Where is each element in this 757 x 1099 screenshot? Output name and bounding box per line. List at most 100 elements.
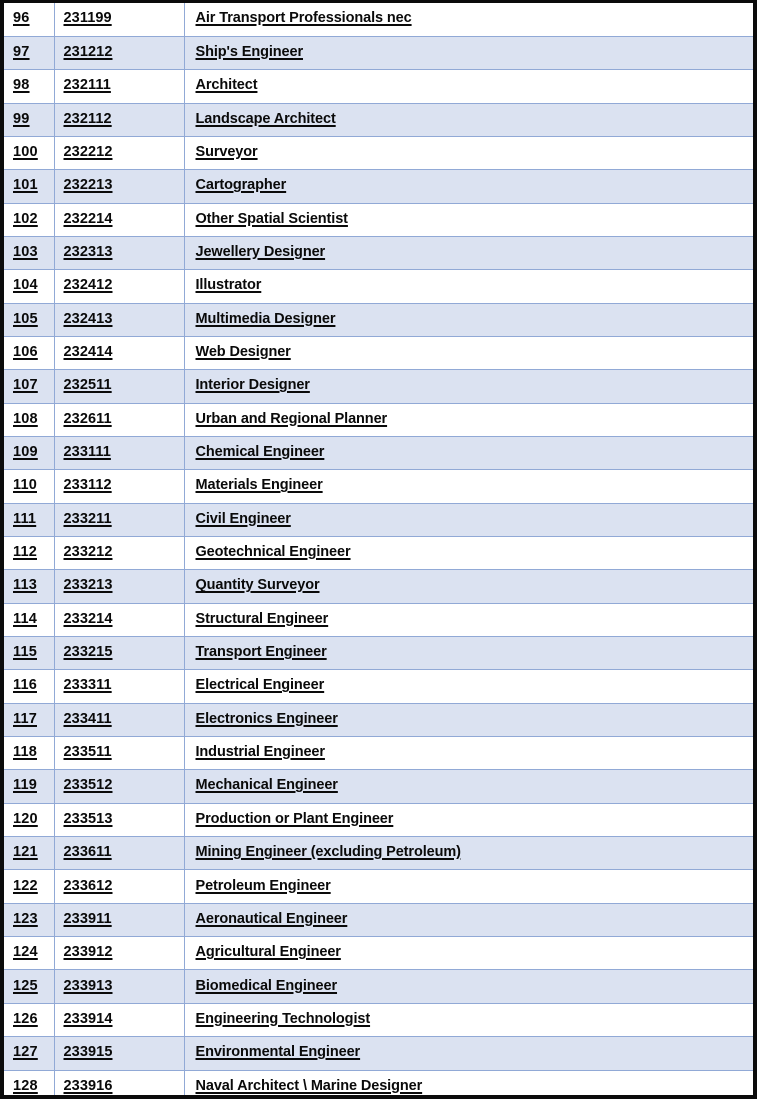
table-row[interactable]: 128 233916 Naval Architect \ Marine Design… — [4, 1070, 753, 1095]
cell-title[interactable]: Transport Engineer — [184, 636, 753, 671]
cell-title[interactable]: Industrial Engineer — [184, 736, 753, 771]
cell-title[interactable]: Civil Engineer — [184, 503, 753, 538]
cell-index[interactable]: 125 — [4, 969, 55, 1004]
cell-title[interactable]: Interior Designer — [184, 369, 753, 404]
cell-code[interactable]: 232112 — [54, 103, 185, 137]
cell-code[interactable]: 232414 — [54, 336, 185, 371]
cell-title[interactable]: Materials Engineer — [184, 469, 753, 504]
cell-title[interactable]: Structural Engineer — [184, 603, 753, 638]
table-row[interactable]: 121 233611 Mining Engineer (excluding Petr… — [4, 836, 753, 871]
cell-index[interactable]: 124 — [4, 936, 55, 971]
cell-index[interactable]: 110 — [4, 469, 55, 504]
cell-title[interactable]: Air Transport Professionals nec — [184, 3, 753, 37]
cell-index[interactable]: 104 — [4, 269, 55, 304]
cell-index[interactable]: 114 — [4, 603, 55, 638]
table-row[interactable]: 119 233512 Mechanical Engineer — [4, 769, 753, 804]
table-row[interactable]: 98 232111 Architect — [4, 69, 753, 104]
cell-title[interactable]: Other Spatial Scientist — [184, 203, 753, 237]
cell-title[interactable]: Electrical Engineer — [184, 669, 753, 704]
table-row[interactable]: 110 233112 Materials Engineer — [4, 469, 753, 504]
table-row[interactable]: 100 232212 Surveyor — [4, 136, 753, 171]
cell-code[interactable]: 232313 — [54, 236, 185, 271]
table-row[interactable]: 112 233212 Geotechnical Engineer — [4, 536, 753, 571]
cell-code[interactable]: 233215 — [54, 636, 185, 671]
cell-title[interactable]: Illustrator — [184, 269, 753, 304]
cell-index[interactable]: 115 — [4, 636, 55, 671]
cell-title[interactable]: Mechanical Engineer — [184, 769, 753, 804]
cell-index[interactable]: 126 — [4, 1003, 55, 1038]
cell-title[interactable]: Architect — [184, 69, 753, 104]
table-row[interactable]: 103 232313 Jewellery Designer — [4, 236, 753, 271]
table-row[interactable]: 102 232214 Other Spatial Scientist — [4, 203, 753, 237]
cell-code[interactable]: 233512 — [54, 769, 185, 804]
cell-title[interactable]: Petroleum Engineer — [184, 869, 753, 904]
cell-code[interactable]: 233611 — [54, 836, 185, 871]
cell-index[interactable]: 108 — [4, 403, 55, 437]
cell-title[interactable]: Jewellery Designer — [184, 236, 753, 271]
cell-index[interactable]: 121 — [4, 836, 55, 871]
cell-code[interactable]: 232611 — [54, 403, 185, 437]
table-row[interactable]: 115 233215 Transport Engineer — [4, 636, 753, 671]
cell-index[interactable]: 102 — [4, 203, 55, 237]
cell-title[interactable]: Production or Plant Engineer — [184, 803, 753, 838]
cell-code[interactable]: 233912 — [54, 936, 185, 971]
table-row[interactable]: 105 232413 Multimedia Designer — [4, 303, 753, 337]
cell-index[interactable]: 96 — [4, 3, 55, 37]
cell-code[interactable]: 233511 — [54, 736, 185, 771]
cell-title[interactable]: Cartographer — [184, 169, 753, 204]
table-row[interactable]: 126 233914 Engineering Technologist — [4, 1003, 753, 1038]
cell-index[interactable]: 128 — [4, 1070, 55, 1095]
cell-title[interactable]: Agricultural Engineer — [184, 936, 753, 971]
cell-title[interactable]: Urban and Regional Planner — [184, 403, 753, 437]
cell-index[interactable]: 116 — [4, 669, 55, 704]
cell-index[interactable]: 97 — [4, 36, 55, 71]
table-row[interactable]: 117 233411 Electronics Engineer — [4, 703, 753, 738]
table-row[interactable]: 101 232213 Cartographer — [4, 169, 753, 204]
cell-code[interactable]: 233213 — [54, 569, 185, 604]
cell-index[interactable]: 105 — [4, 303, 55, 337]
cell-title[interactable]: Landscape Architect — [184, 103, 753, 137]
cell-code[interactable]: 233211 — [54, 503, 185, 538]
table-row[interactable]: 99 232112 Landscape Architect — [4, 103, 753, 137]
cell-title[interactable]: Quantity Surveyor — [184, 569, 753, 604]
cell-code[interactable]: 233513 — [54, 803, 185, 838]
cell-title[interactable]: Engineering Technologist — [184, 1003, 753, 1038]
table-row[interactable]: 122 233612 Petroleum Engineer — [4, 869, 753, 904]
cell-code[interactable]: 232413 — [54, 303, 185, 337]
table-row[interactable]: 118 233511 Industrial Engineer — [4, 736, 753, 771]
cell-index[interactable]: 103 — [4, 236, 55, 271]
cell-title[interactable]: Chemical Engineer — [184, 436, 753, 471]
cell-code[interactable]: 232412 — [54, 269, 185, 304]
cell-code[interactable]: 233311 — [54, 669, 185, 704]
table-row[interactable]: 120 233513 Production or Plant Engineer — [4, 803, 753, 838]
cell-code[interactable]: 232212 — [54, 136, 185, 171]
cell-index[interactable]: 101 — [4, 169, 55, 204]
table-row[interactable]: 127 233915 Environmental Engineer — [4, 1036, 753, 1071]
cell-code[interactable]: 232213 — [54, 169, 185, 204]
cell-code[interactable]: 233911 — [54, 903, 185, 938]
cell-index[interactable]: 109 — [4, 436, 55, 471]
table-row[interactable]: 124 233912 Agricultural Engineer — [4, 936, 753, 971]
cell-title[interactable]: Biomedical Engineer — [184, 969, 753, 1004]
table-row[interactable]: 107 232511 Interior Designer — [4, 369, 753, 404]
cell-index[interactable]: 123 — [4, 903, 55, 938]
cell-code[interactable]: 233612 — [54, 869, 185, 904]
cell-title[interactable]: Geotechnical Engineer — [184, 536, 753, 571]
cell-index[interactable]: 118 — [4, 736, 55, 771]
cell-code[interactable]: 233112 — [54, 469, 185, 504]
cell-index[interactable]: 107 — [4, 369, 55, 404]
cell-code[interactable]: 231199 — [54, 3, 185, 37]
table-row[interactable]: 97 231212 Ship's Engineer — [4, 36, 753, 71]
cell-index[interactable]: 100 — [4, 136, 55, 171]
cell-index[interactable]: 120 — [4, 803, 55, 838]
table-row[interactable]: 125 233913 Biomedical Engineer — [4, 969, 753, 1004]
cell-code[interactable]: 233212 — [54, 536, 185, 571]
table-row[interactable]: 104 232412 Illustrator — [4, 269, 753, 304]
cell-code[interactable]: 232111 — [54, 69, 185, 104]
cell-index[interactable]: 112 — [4, 536, 55, 571]
cell-index[interactable]: 127 — [4, 1036, 55, 1071]
cell-title[interactable]: Aeronautical Engineer — [184, 903, 753, 938]
table-row[interactable]: 108 232611 Urban and Regional Planner — [4, 403, 753, 437]
cell-code[interactable]: 232511 — [54, 369, 185, 404]
table-row[interactable]: 114 233214 Structural Engineer — [4, 603, 753, 638]
